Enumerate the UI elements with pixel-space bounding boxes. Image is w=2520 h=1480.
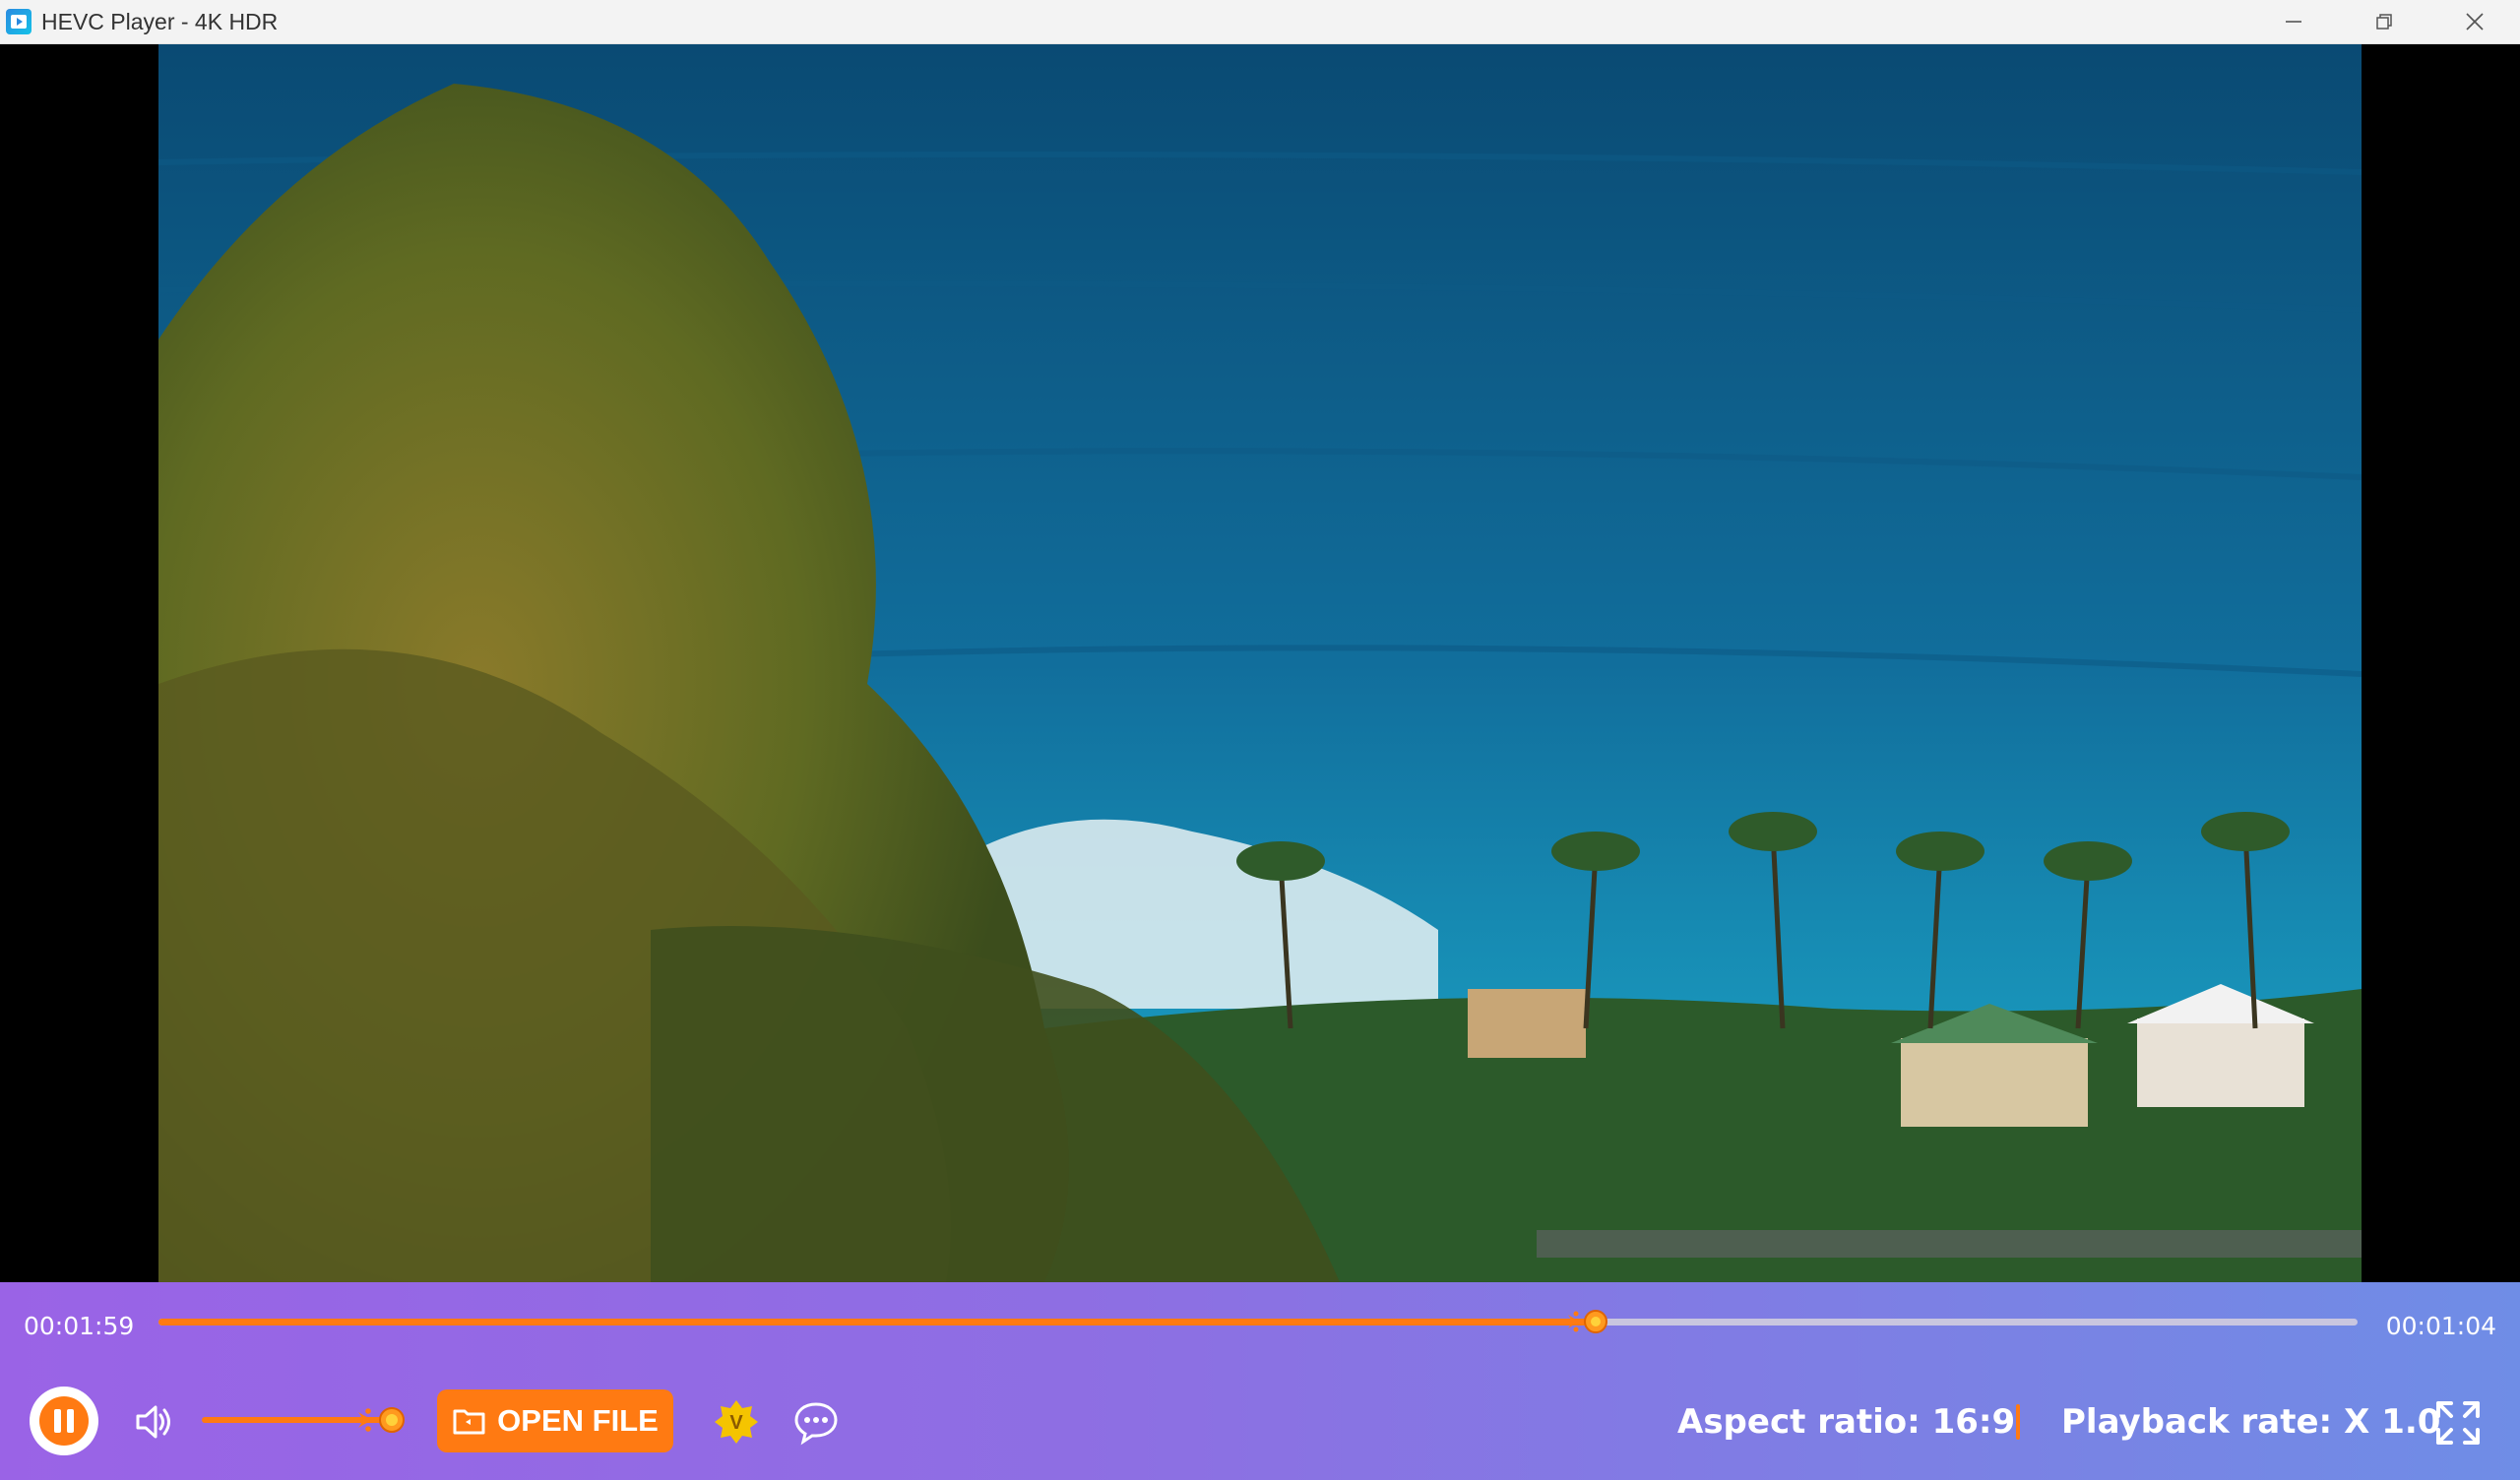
window-title: HEVC Player - 4K HDR (41, 8, 279, 34)
volume-thumb-icon[interactable] (354, 1402, 410, 1438)
svg-text:V: V (729, 1412, 743, 1434)
aspect-ratio-display[interactable]: Aspect ratio: 16:9 (1677, 1402, 2015, 1442)
volume-icon[interactable] (132, 1400, 175, 1444)
fullscreen-icon[interactable] (2433, 1398, 2483, 1448)
minimize-button[interactable] (2248, 0, 2339, 43)
restore-button[interactable] (2339, 0, 2429, 43)
control-divider (2016, 1404, 2020, 1440)
vip-icon[interactable]: V (713, 1398, 760, 1446)
close-button[interactable] (2429, 0, 2520, 43)
player-control-bar: 00:01:59 00:01:04 OPEN FILE V Aspect rat… (0, 1282, 2520, 1480)
close-icon (2466, 13, 2484, 31)
minimize-icon (2286, 21, 2301, 23)
elapsed-time: 00:01:59 (24, 1312, 135, 1340)
comment-icon[interactable] (792, 1398, 840, 1446)
seek-bar-progress (158, 1319, 1589, 1326)
aspect-ratio-value: 16:9 (1931, 1402, 2016, 1442)
app-logo-icon (6, 9, 32, 34)
title-bar: HEVC Player - 4K HDR (0, 0, 2520, 44)
playback-rate-display[interactable]: Playback rate: X 1.0 (2061, 1402, 2440, 1442)
video-area[interactable] (0, 44, 2520, 1282)
video-frame[interactable] (158, 44, 2362, 1282)
aspect-ratio-label: Aspect ratio: (1677, 1402, 1921, 1442)
open-file-label: OPEN FILE (497, 1403, 659, 1438)
open-file-button[interactable]: OPEN FILE (437, 1389, 673, 1452)
restore-icon (2376, 14, 2392, 30)
seek-thumb-icon[interactable] (1564, 1305, 1611, 1338)
pause-button[interactable] (30, 1387, 98, 1455)
playback-rate-label: Playback rate: (2061, 1402, 2333, 1442)
remaining-time: 00:01:04 (2385, 1312, 2496, 1340)
playback-rate-value: X 1.0 (2344, 1402, 2441, 1442)
folder-open-icon (453, 1409, 485, 1435)
seek-bar[interactable] (158, 1310, 2358, 1333)
video-scene-image (158, 44, 2362, 1282)
pause-icon (39, 1396, 89, 1446)
